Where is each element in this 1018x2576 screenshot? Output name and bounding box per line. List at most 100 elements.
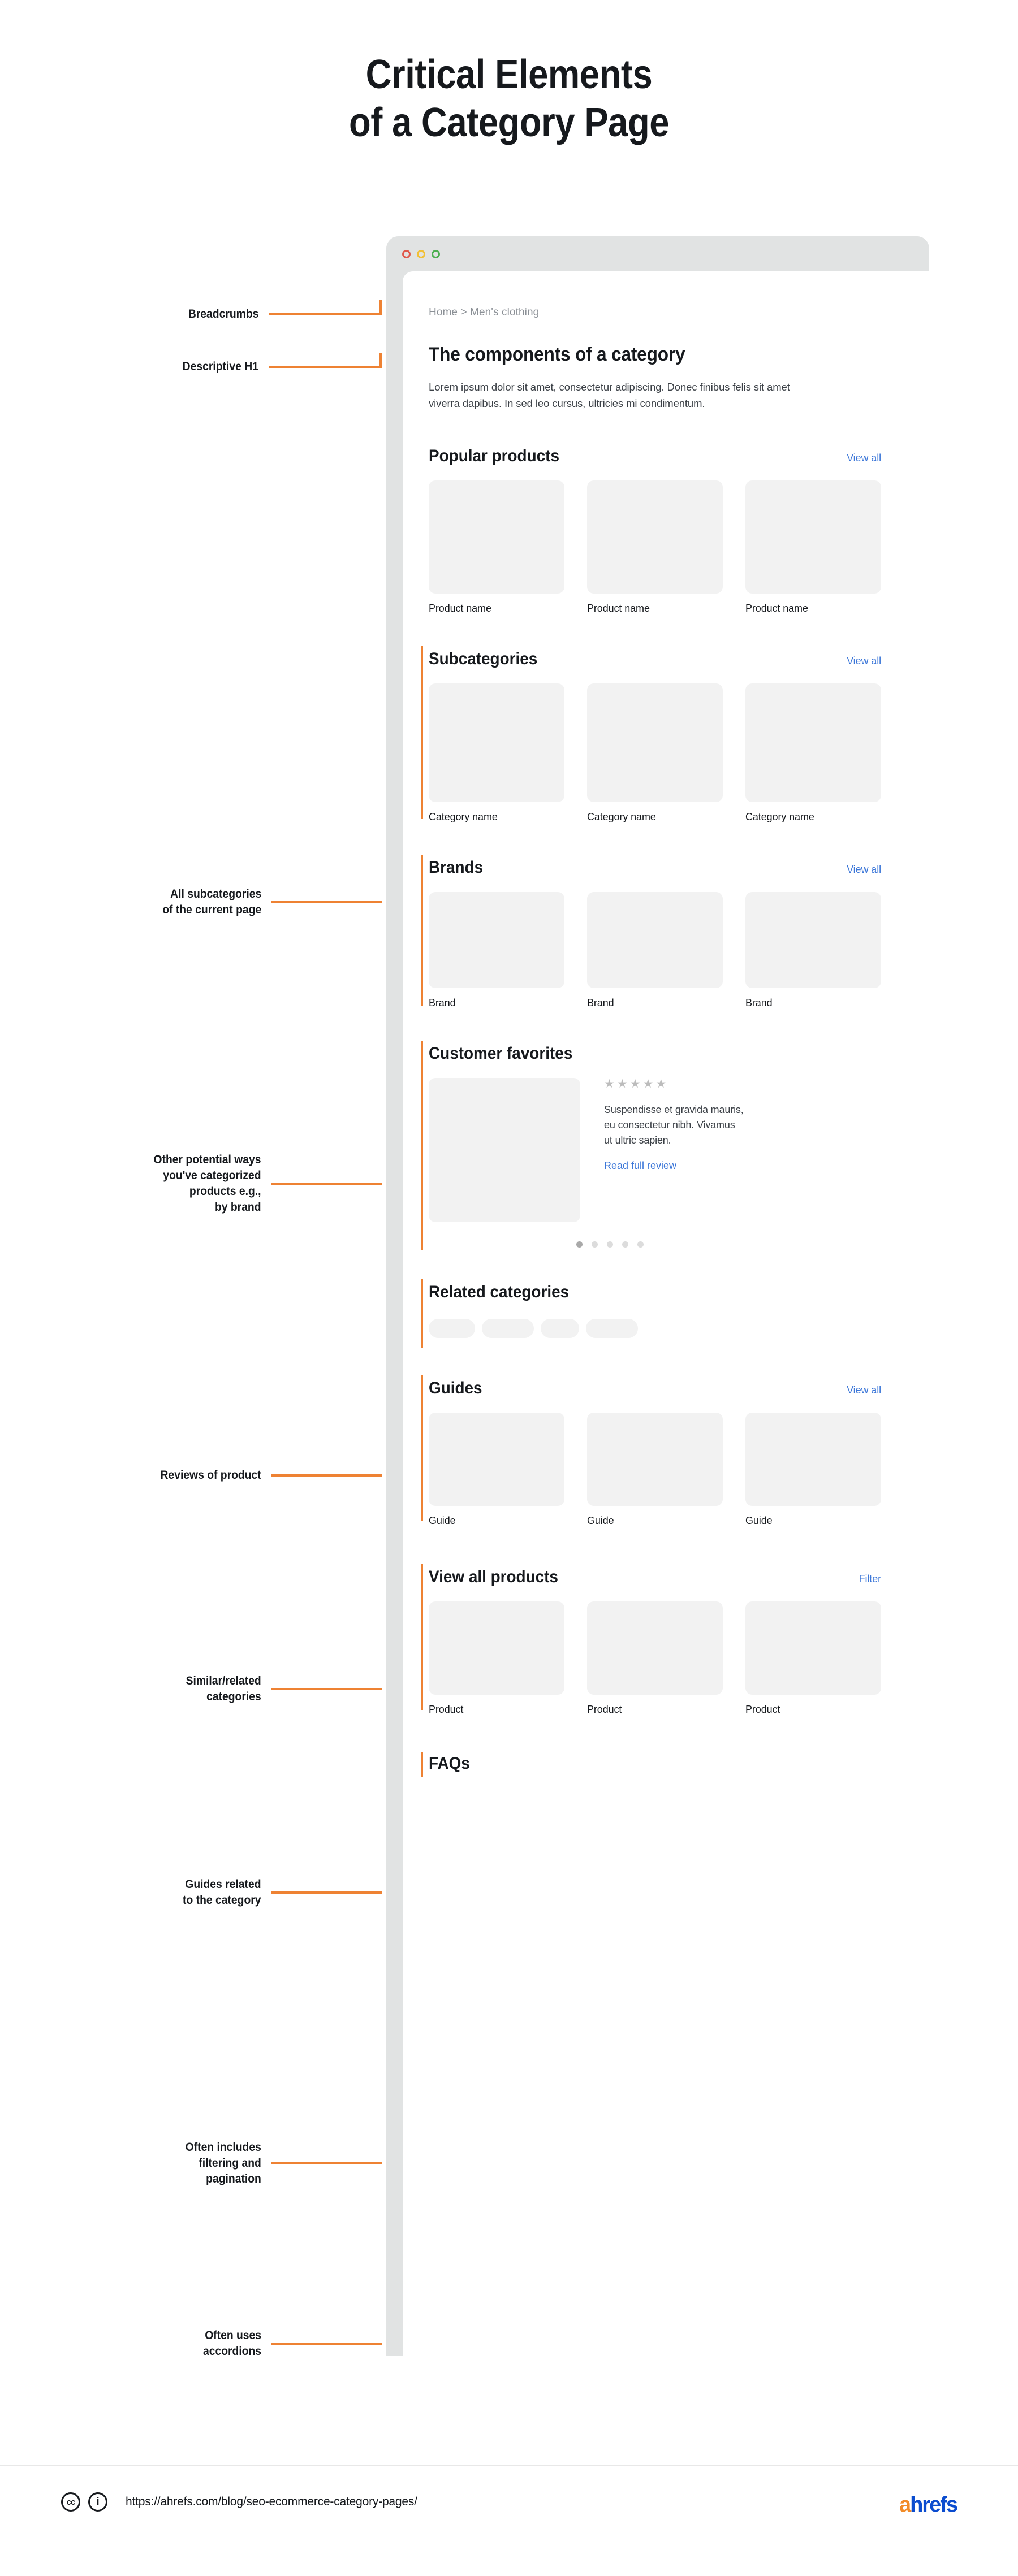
product-card[interactable]: Product bbox=[429, 1601, 564, 1716]
section-brands: Brands View all Brand Brand Brand bbox=[421, 855, 881, 1009]
window-controls bbox=[402, 250, 440, 258]
category-card-label: Category name bbox=[587, 811, 656, 823]
annotation-leader-line bbox=[271, 1183, 382, 1185]
product-card-label: Product bbox=[587, 1704, 622, 1716]
annotation-breadcrumbs: Breadcrumbs bbox=[96, 300, 382, 322]
section-related-categories: Related categories bbox=[421, 1279, 881, 1349]
guide-card-label: Guide bbox=[429, 1515, 456, 1527]
star-icon: ★ bbox=[604, 1077, 615, 1091]
filter-link[interactable]: Filter bbox=[859, 1573, 882, 1585]
category-page-content: Home > Men's clothing The components of … bbox=[421, 306, 882, 1777]
section-guides: Guides View all Guide Guide Guide bbox=[421, 1375, 881, 1527]
view-all-link-popular-products[interactable]: View all bbox=[847, 452, 881, 464]
section-bracket-view-all-products bbox=[421, 1564, 423, 1711]
carousel-dot[interactable] bbox=[576, 1241, 583, 1248]
annotation-leader-line bbox=[269, 313, 382, 316]
minimize-icon[interactable] bbox=[417, 250, 425, 258]
brand-card-label: Brand bbox=[745, 997, 773, 1009]
annotation-reviews-of-product: Reviews of product bbox=[85, 1467, 382, 1483]
maximize-icon[interactable] bbox=[432, 250, 440, 258]
view-all-link-guides[interactable]: View all bbox=[847, 1384, 881, 1396]
product-card[interactable]: Product name bbox=[587, 480, 723, 614]
section-customer-favorites: Customer favorites ★ ★ ★ ★ ★ Suspendisse… bbox=[421, 1041, 881, 1250]
category-card[interactable]: Category name bbox=[429, 683, 564, 823]
section-view-all-products: View all products Filter Product Product… bbox=[421, 1564, 882, 1716]
annotation-label: Other potential ways you've categorized … bbox=[153, 1153, 261, 1214]
product-card-label: Product name bbox=[429, 603, 491, 614]
product-card[interactable]: Product name bbox=[745, 480, 881, 614]
related-category-pill[interactable] bbox=[541, 1319, 579, 1339]
attribution-icon: i bbox=[88, 2492, 107, 2512]
annotation-other-potential-ways: Other potential ways you've categorized … bbox=[74, 1152, 382, 1216]
close-icon[interactable] bbox=[402, 250, 411, 258]
product-thumbnail bbox=[745, 1601, 881, 1695]
annotation-leader-line bbox=[271, 1891, 382, 1894]
annotation-all-subcategories: All subcategories of the current page bbox=[85, 886, 382, 918]
card-row: Brand Brand Brand bbox=[429, 892, 881, 1009]
breadcrumb[interactable]: Home > Men's clothing bbox=[429, 306, 881, 319]
category-thumbnail bbox=[587, 683, 723, 803]
brand-card[interactable]: Brand bbox=[429, 892, 564, 1009]
browser-window-mockup: Home > Men's clothing The components of … bbox=[386, 236, 929, 2356]
annotation-leader-line bbox=[271, 1688, 382, 1691]
review-block: ★ ★ ★ ★ ★ Suspendisse et gravida mauris,… bbox=[429, 1078, 881, 1223]
section-bracket-faqs bbox=[421, 1752, 423, 1777]
annotation-leader-line bbox=[271, 1474, 382, 1477]
category-card-label: Category name bbox=[429, 811, 498, 823]
related-category-pills bbox=[429, 1319, 881, 1339]
card-row: Category name Category name Category nam… bbox=[429, 683, 881, 823]
category-thumbnail bbox=[429, 683, 564, 803]
star-icon: ★ bbox=[616, 1077, 628, 1091]
guide-card[interactable]: Guide bbox=[745, 1413, 881, 1527]
section-faqs: FAQs bbox=[421, 1752, 881, 1777]
category-thumbnail bbox=[745, 683, 881, 803]
brand-card[interactable]: Brand bbox=[587, 892, 723, 1009]
annotation-tick bbox=[379, 353, 382, 367]
review-product-thumbnail bbox=[429, 1078, 580, 1223]
read-full-review-link[interactable]: Read full review bbox=[604, 1160, 676, 1172]
annotation-often-includes-filtering: Often includes filtering and pagination bbox=[74, 2140, 382, 2187]
product-thumbnail bbox=[429, 1601, 564, 1695]
category-card[interactable]: Category name bbox=[745, 683, 881, 823]
category-card[interactable]: Category name bbox=[587, 683, 723, 823]
related-category-pill[interactable] bbox=[429, 1319, 475, 1339]
star-icon: ★ bbox=[655, 1077, 667, 1091]
guide-card[interactable]: Guide bbox=[429, 1413, 564, 1527]
section-title-popular-products: Popular products bbox=[429, 447, 559, 466]
category-description: Lorem ipsum dolor sit amet, consectetur … bbox=[429, 381, 790, 409]
brand-card[interactable]: Brand bbox=[745, 892, 881, 1009]
product-card[interactable]: Product bbox=[745, 1601, 881, 1716]
annotation-leader-line bbox=[269, 366, 382, 369]
annotation-label: Guides related to the category bbox=[183, 1878, 261, 1907]
ahrefs-logo[interactable]: a hrefs bbox=[899, 2493, 958, 2517]
carousel-dot[interactable] bbox=[637, 1241, 644, 1248]
annotation-label: Similar/related categories bbox=[186, 1674, 261, 1704]
product-card-label: Product name bbox=[745, 603, 808, 614]
section-bracket-brands bbox=[421, 855, 423, 1007]
annotation-leader-line bbox=[271, 2162, 382, 2165]
carousel-dot[interactable] bbox=[622, 1241, 628, 1248]
review-text: Suspendisse et gravida mauris, eu consec… bbox=[604, 1104, 744, 1146]
guide-card[interactable]: Guide bbox=[587, 1413, 723, 1527]
guide-card-label: Guide bbox=[745, 1515, 773, 1527]
product-card-label: Product bbox=[745, 1704, 780, 1716]
view-all-link-subcategories[interactable]: View all bbox=[847, 655, 881, 667]
product-card[interactable]: Product bbox=[587, 1601, 723, 1716]
browser-titlebar bbox=[386, 236, 929, 271]
ahrefs-logo-hrefs: hrefs bbox=[910, 2493, 958, 2517]
related-category-pill[interactable] bbox=[482, 1319, 534, 1339]
review-details: ★ ★ ★ ★ ★ Suspendisse et gravida mauris,… bbox=[604, 1078, 745, 1222]
related-category-pill[interactable] bbox=[586, 1319, 638, 1339]
guide-thumbnail bbox=[745, 1413, 881, 1506]
annotation-descriptive-h1: Descriptive H1 bbox=[96, 353, 382, 375]
product-card-label: Product bbox=[429, 1704, 464, 1716]
view-all-link-brands[interactable]: View all bbox=[847, 864, 881, 876]
product-thumbnail bbox=[587, 1601, 723, 1695]
section-title-related-categories: Related categories bbox=[429, 1283, 570, 1302]
carousel-dot[interactable] bbox=[591, 1241, 598, 1248]
section-header: FAQs bbox=[429, 1754, 881, 1773]
carousel-dot[interactable] bbox=[606, 1241, 613, 1248]
source-url[interactable]: https://ahrefs.com/blog/seo-ecommerce-ca… bbox=[126, 2495, 417, 2509]
product-card[interactable]: Product name bbox=[429, 480, 564, 614]
section-header: Popular products View all bbox=[429, 447, 881, 466]
